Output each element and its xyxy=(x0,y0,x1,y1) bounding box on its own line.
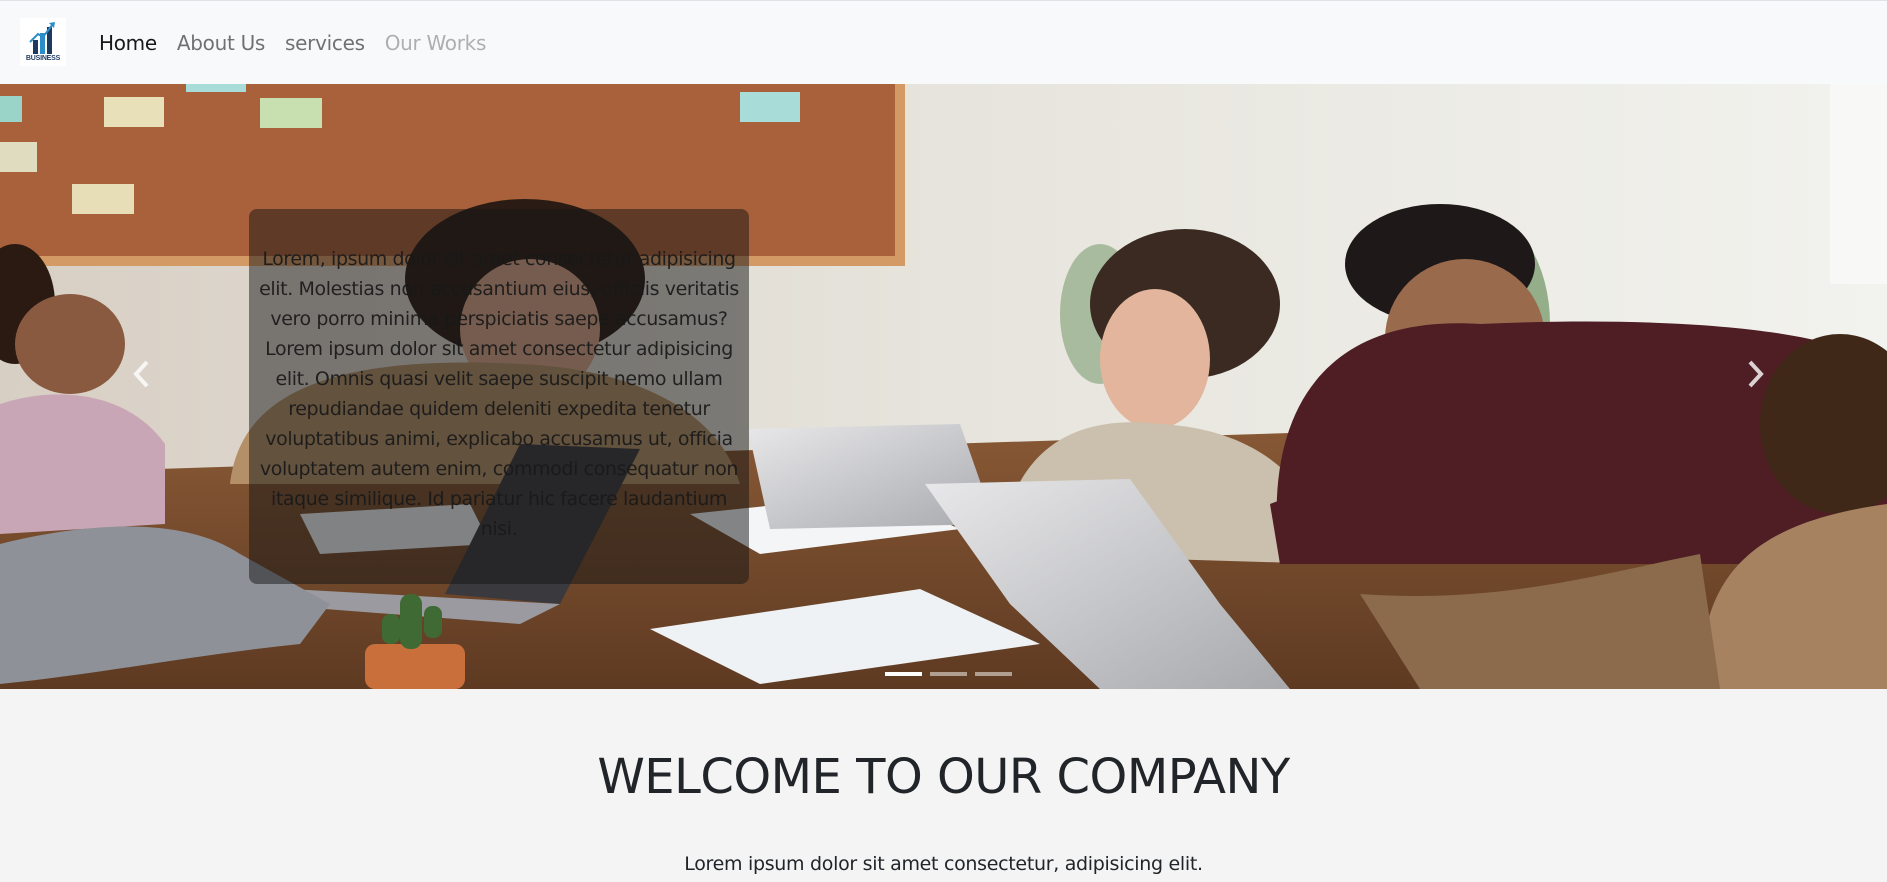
carousel-indicator-3[interactable] xyxy=(975,672,1012,676)
nav-link-home[interactable]: Home xyxy=(99,31,157,55)
bar-chart-growth-icon xyxy=(29,22,55,54)
brand-logo[interactable]: BUSINESS xyxy=(20,18,66,66)
carousel-caption-text: Lorem, ipsum dolor sit amet consectetur … xyxy=(259,248,739,540)
welcome-text: Lorem ipsum dolor sit amet consectetur, … xyxy=(684,853,1203,875)
hero-carousel: Lorem, ipsum dolor sit amet consectetur … xyxy=(0,84,1887,689)
brand-logo-text: BUSINESS xyxy=(25,55,61,62)
chevron-right-icon xyxy=(1748,360,1764,388)
carousel-indicator-1[interactable] xyxy=(885,672,922,676)
nav-link-our-works: Our Works xyxy=(384,31,487,55)
carousel-caption: Lorem, ipsum dolor sit amet consectetur … xyxy=(249,209,749,584)
carousel-indicator-2[interactable] xyxy=(930,672,967,676)
chevron-left-icon xyxy=(133,360,149,388)
nav-link-about-us[interactable]: About Us xyxy=(177,31,265,55)
carousel-prev-button[interactable] xyxy=(112,324,172,424)
navbar: BUSINESS Home About Us services Our Work… xyxy=(0,0,1887,84)
welcome-section: WELCOME TO OUR COMPANY Lorem ipsum dolor… xyxy=(0,689,1887,882)
nav-link-services[interactable]: services xyxy=(285,31,365,55)
nav-links: Home About Us services Our Works xyxy=(99,1,506,85)
welcome-title: WELCOME TO OUR COMPANY xyxy=(597,749,1290,805)
carousel-indicators xyxy=(885,672,1020,676)
carousel-next-button[interactable] xyxy=(1725,324,1785,424)
